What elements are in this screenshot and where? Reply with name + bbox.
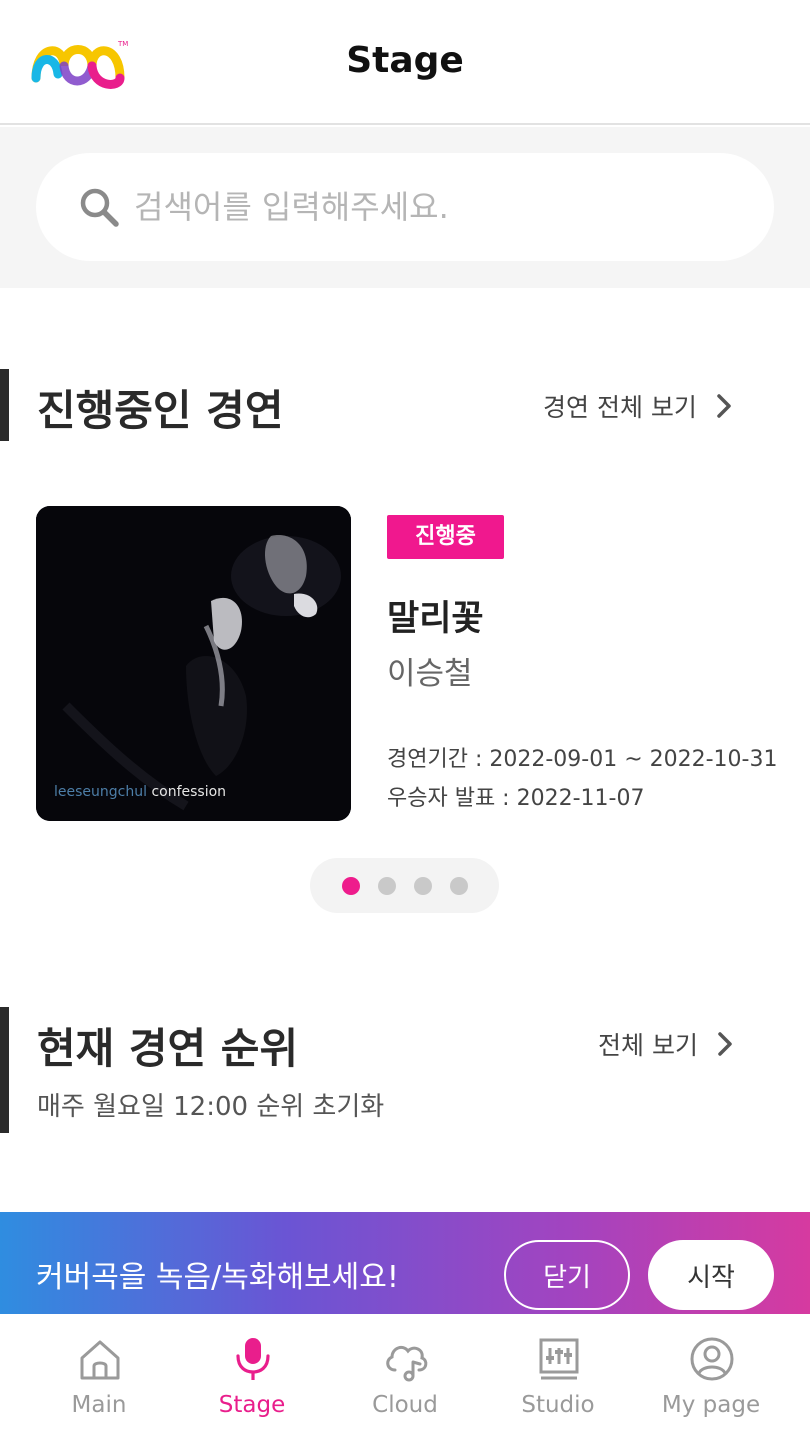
home-icon [77,1336,123,1382]
nav-item-stage[interactable]: Stage [175,1314,329,1440]
carousel-pagination [310,858,499,913]
microphone-icon [230,1336,276,1382]
close-button[interactable]: 닫기 [504,1240,630,1310]
chevron-right-icon [718,1032,732,1056]
album-cover[interactable]: leeseungchul confession [36,506,351,821]
status-badge: 진행중 [387,515,504,559]
nav-item-mypage[interactable]: My page [634,1314,788,1440]
cover-record-banner: 커버곡을 녹음/녹화해보세요! 닫기 시작 [0,1212,810,1314]
nav-label-cloud: Cloud [372,1392,438,1418]
page-dot-2[interactable] [378,877,396,895]
search-bar[interactable] [36,153,774,261]
ranking-section-title: 현재 경연 순위 [37,1024,299,1073]
nav-label-stage: Stage [218,1392,286,1418]
search-area [0,127,810,288]
ongoing-section-title: 진행중인 경연 [37,386,284,435]
song-title[interactable]: 말리꽃 [387,590,484,641]
chevron-right-icon [717,394,731,418]
album-art-image [36,506,351,821]
cloud-music-icon [383,1336,429,1382]
page-dot-1[interactable] [342,877,360,895]
nav-item-studio[interactable]: Studio [481,1314,635,1440]
section-marker [0,1007,9,1133]
page-dot-4[interactable] [450,877,468,895]
nav-label-mypage: My page [661,1392,761,1418]
nav-label-main: Main [71,1392,127,1418]
nav-label-studio: Studio [521,1392,595,1418]
nav-item-main[interactable]: Main [22,1314,176,1440]
song-artist: 이승철 [387,656,473,692]
winner-announce-date: 우승자 발표 : 2022-11-07 [387,786,645,811]
studio-mixer-icon [536,1336,582,1382]
nav-item-cloud[interactable]: Cloud [328,1314,482,1440]
contest-period: 경연기간 : 2022-09-01 ~ 2022-10-31 [387,747,778,772]
see-all-ranking-label: 전체 보기 [598,1031,698,1060]
start-button[interactable]: 시작 [648,1240,774,1310]
see-all-contests-label: 경연 전체 보기 [543,393,697,422]
see-all-contests-link[interactable]: 경연 전체 보기 [543,388,733,424]
banner-text: 커버곡을 녹음/녹화해보세요! [36,1260,399,1295]
search-input[interactable] [134,177,734,237]
see-all-ranking-link[interactable]: 전체 보기 [598,1026,734,1062]
section-marker [0,369,9,441]
page-dot-3[interactable] [414,877,432,895]
user-icon [689,1336,735,1382]
album-caption: leeseungchul confession [54,784,227,800]
search-icon [78,186,120,228]
app-header: TM Stage [0,0,810,125]
page-title: Stage [346,40,464,81]
bottom-navigation: Main Stage Cloud Studio My page [0,1314,810,1440]
ranking-reset-note: 매주 월요일 12:00 순위 초기화 [37,1092,385,1122]
